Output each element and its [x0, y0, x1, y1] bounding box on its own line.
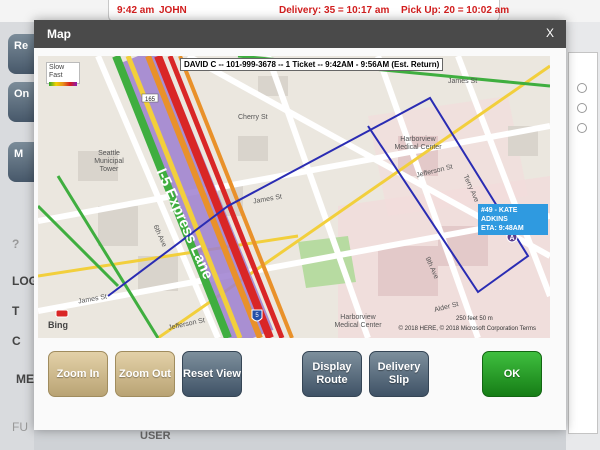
background-label-fu: FU [12, 420, 28, 434]
driver-car-icon[interactable] [55, 309, 69, 318]
driver-info-label[interactable]: DAVID C -- 101-999-3678 -- 1 Ticket -- 9… [180, 58, 444, 71]
street-label-james-top: James St [448, 78, 478, 85]
help-icon[interactable]: ? [12, 237, 19, 251]
current-user: JOHN [159, 5, 187, 16]
background-right-panel [566, 22, 600, 450]
current-time: 9:42 am [117, 5, 155, 16]
dialog-title: Map [47, 27, 71, 41]
route-165-label: 165 [145, 97, 156, 103]
map-dialog: Map X 5 165 A I-5 Express Lane Cherry St… [34, 20, 566, 430]
delivery-status: Delivery: 35 = 10:17 am [279, 5, 390, 16]
eta-time: ETA: 9:48AM [481, 225, 524, 232]
background-label-t: T [12, 304, 20, 318]
place-label-tower: Seattle Municipal Tower [94, 150, 124, 173]
zoom-in-button[interactable]: Zoom In [48, 351, 108, 397]
radio-icon[interactable] [577, 83, 587, 93]
background-label-me: ME [16, 372, 34, 386]
marker-letter: A [509, 235, 514, 242]
background-label-c: C [12, 334, 21, 348]
zoom-out-button[interactable]: Zoom Out [115, 351, 175, 397]
map-copyright: © 2018 HERE, © 2018 Microsoft Corporatio… [398, 326, 536, 332]
background-left-panel: Re On M ? LOG T C ME FU [0, 22, 48, 450]
reset-view-button[interactable]: Reset View [182, 351, 242, 397]
dialog-header: Map X [34, 20, 566, 48]
delivery-slip-button[interactable]: Delivery Slip [369, 351, 429, 397]
bing-logo: Bing [48, 320, 68, 330]
place-label-harborview-2: Harborview Medical Center [334, 314, 382, 329]
status-strip: 9:42 am JOHN Delivery: 35 = 10:17 am Pic… [108, 0, 509, 22]
place-label-harborview: Harborview Medical Center [394, 136, 442, 151]
background-bottom-label: USER [140, 430, 171, 442]
traffic-gradient [49, 82, 77, 86]
display-route-button[interactable]: Display Route [302, 351, 362, 397]
radio-icon[interactable] [577, 123, 587, 133]
street-label-cherry: Cherry St [238, 114, 268, 121]
traffic-legend-label: Slow Fast [49, 64, 65, 79]
eta-callout[interactable]: #49 - KATE ADKINS ETA: 9:48AM [478, 204, 548, 235]
map-scale: 250 feet 50 m [456, 316, 493, 322]
close-icon[interactable]: X [546, 26, 554, 40]
radio-icon[interactable] [577, 103, 587, 113]
pickup-status: Pick Up: 20 = 10:02 am [401, 5, 510, 16]
traffic-legend: Slow Fast [46, 62, 80, 86]
ok-button[interactable]: OK [482, 351, 542, 397]
map-view[interactable]: 5 165 A I-5 Express Lane Cherry St James… [38, 56, 550, 338]
background-list-panel [568, 52, 598, 434]
eta-customer: #49 - KATE ADKINS [481, 207, 518, 223]
